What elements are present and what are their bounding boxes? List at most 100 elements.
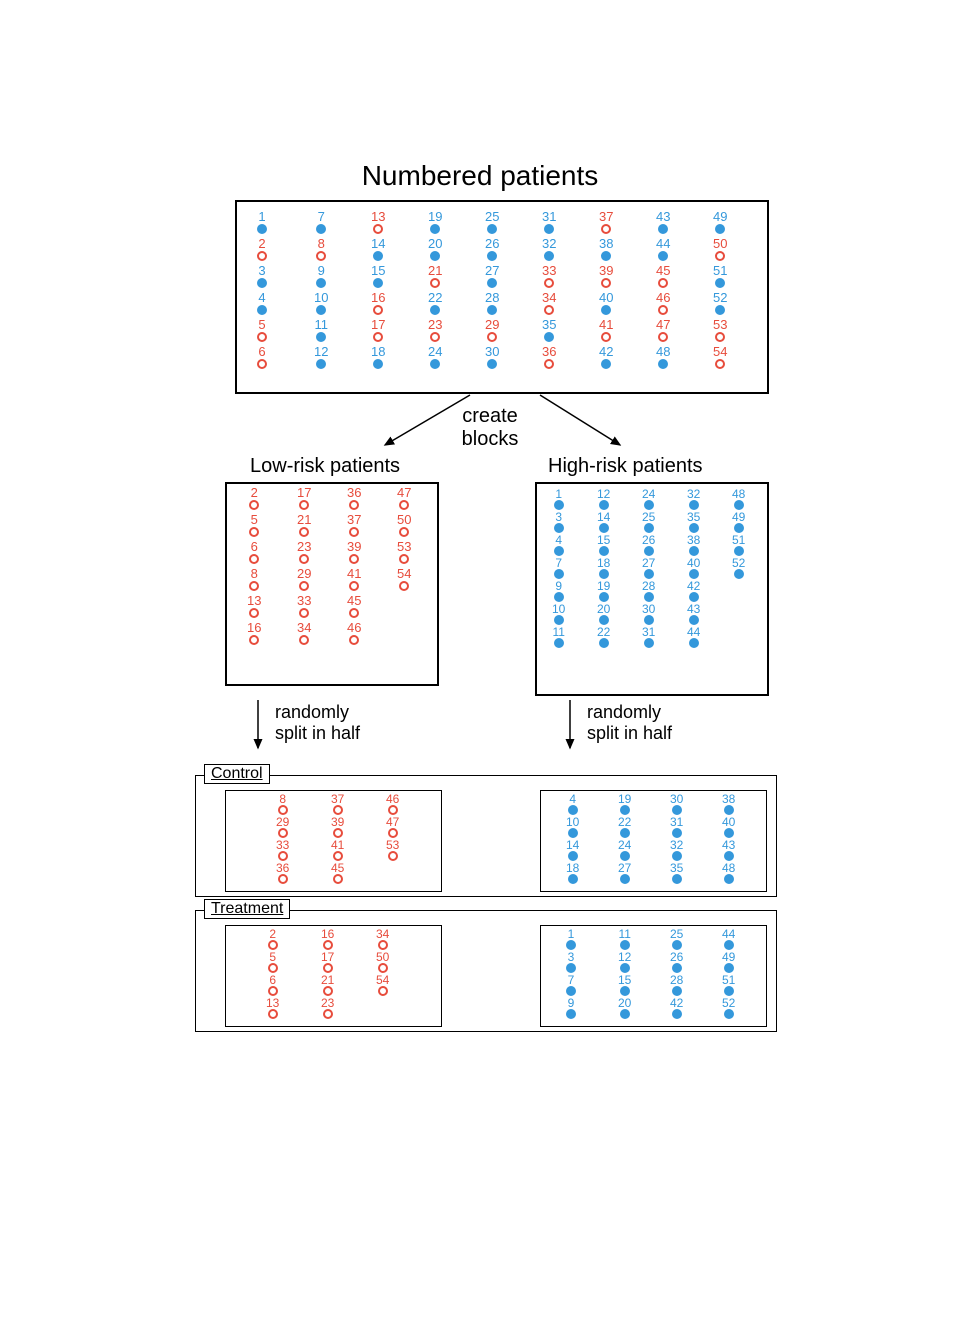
patient-column: 1379 [566,928,576,1020]
filled-circle-icon [724,874,734,884]
box-control-low: 829333637394145464753 [225,790,442,892]
patient-number: 50 [376,951,389,963]
open-circle-icon [333,828,343,838]
patient-number: 19 [618,793,631,805]
patient-25: 25 [670,928,683,951]
patient-number: 36 [276,862,289,874]
open-circle-icon [278,805,288,815]
patient-column: 8 29 33 36 [276,793,289,885]
patient-number: 22 [618,816,631,828]
patient-15: 15 [618,974,631,997]
patient-column: 44495152 [722,928,735,1020]
filled-circle-icon [620,874,630,884]
patient-46: 46 [386,793,399,816]
open-circle-icon [323,963,333,973]
patient-number: 47 [386,816,399,828]
arrow-split-left [0,0,960,1344]
patient-column: 16172123 [321,928,334,1020]
open-circle-icon [278,851,288,861]
filled-circle-icon [620,851,630,861]
patient-number: 1 [568,928,575,940]
patient-number: 9 [568,997,575,1009]
patient-number: 8 [279,793,286,805]
patient-22: 22 [618,816,631,839]
filled-circle-icon [620,828,630,838]
patient-19: 19 [618,793,631,816]
patient-number: 49 [722,951,735,963]
patient-number: 14 [566,839,579,851]
patient-54: 54 [376,974,389,997]
filled-circle-icon [620,1009,630,1019]
box-treatment-low: 2 5 613 16172123 34 50 54 [225,925,442,1027]
patient-number: 13 [266,997,279,1009]
patient-column: 34 50 54 [376,928,389,997]
patient-12: 12 [618,951,631,974]
tab-control: Control [204,764,270,784]
open-circle-icon [388,805,398,815]
filled-circle-icon [672,874,682,884]
patient-4: 4 [568,793,578,816]
patient-10: 10 [566,816,579,839]
patient-50: 50 [376,951,389,974]
label-split-left: randomly split in half [275,702,360,744]
patient-number: 37 [331,793,344,805]
patient-column: 19 22 2427 [618,793,631,885]
patient-number: 38 [722,793,735,805]
patient-17: 17 [321,951,334,974]
patient-14: 14 [566,839,579,862]
patient-34: 34 [376,928,389,951]
patient-number: 27 [618,862,631,874]
patient-number: 33 [276,839,289,851]
open-circle-icon [268,986,278,996]
patient-13: 13 [266,997,279,1020]
patient-28: 28 [670,974,683,997]
diagram-root: { "title": "Numbered patients", "labels"… [0,0,960,1344]
patient-column: 38404348 [722,793,735,885]
patient-number: 35 [670,862,683,874]
open-circle-icon [268,1009,278,1019]
patient-number: 15 [618,974,631,986]
filled-circle-icon [568,851,578,861]
patient-9: 9 [566,997,576,1020]
open-circle-icon [323,1009,333,1019]
patient-number: 17 [321,951,334,963]
filled-circle-icon [724,1009,734,1019]
patient-27: 27 [618,862,631,885]
patient-51: 51 [722,974,735,997]
patient-6: 6 [268,974,278,997]
open-circle-icon [323,986,333,996]
patient-7: 7 [566,974,576,997]
filled-circle-icon [620,963,630,973]
patient-column: 4101418 [566,793,579,885]
patient-24: 24 [618,839,631,862]
patient-36: 36 [276,862,289,885]
open-circle-icon [268,940,278,950]
patient-40: 40 [722,816,735,839]
patient-number: 34 [376,928,389,940]
open-circle-icon [388,851,398,861]
patient-20: 20 [618,997,631,1020]
open-circle-icon [323,940,333,950]
box-treatment-high: 1379111215202526284244495152 [540,925,767,1027]
filled-circle-icon [620,940,630,950]
patient-number: 29 [276,816,289,828]
patient-number: 44 [722,928,735,940]
patient-number: 2 [269,928,276,940]
patient-32: 32 [670,839,683,862]
patient-42: 42 [670,997,683,1020]
open-circle-icon [278,874,288,884]
filled-circle-icon [672,940,682,950]
filled-circle-icon [724,986,734,996]
patient-number: 45 [331,862,344,874]
patient-column: 464753 [386,793,399,862]
filled-circle-icon [672,851,682,861]
patient-23: 23 [321,997,334,1020]
patient-number: 32 [670,839,683,851]
patient-number: 5 [269,951,276,963]
box-control-high: 4101418192224273031323538404348 [540,790,767,892]
patient-37: 37 [331,793,344,816]
filled-circle-icon [724,805,734,815]
patient-number: 20 [618,997,631,1009]
patient-31: 31 [670,816,683,839]
patient-45: 45 [331,862,344,885]
